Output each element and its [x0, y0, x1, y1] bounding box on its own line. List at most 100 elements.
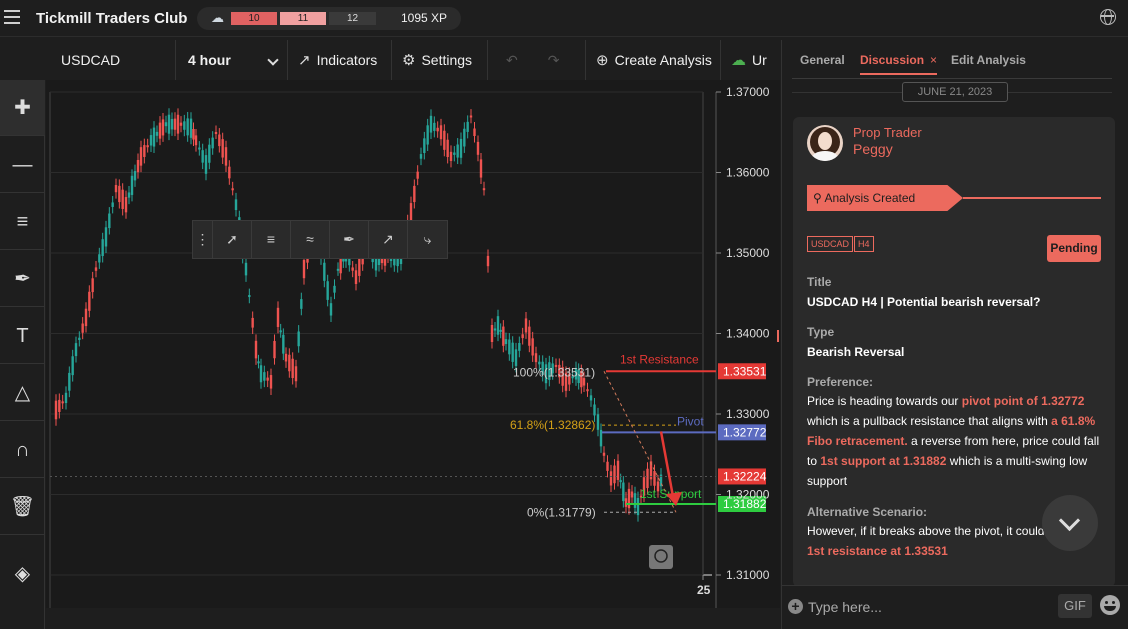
candle-body	[329, 303, 333, 316]
pref-text: Price is heading towards our	[807, 394, 962, 408]
chevron-down-icon	[267, 54, 279, 66]
candle-body	[254, 340, 258, 359]
message-input[interactable]	[808, 597, 1048, 617]
settings-button[interactable]: ⚙ Settings	[392, 40, 488, 80]
pattern-icon[interactable]: △	[0, 365, 45, 421]
candle-body	[504, 339, 508, 345]
menu-icon[interactable]	[4, 10, 20, 24]
candle-body	[479, 159, 483, 178]
settings-label: Settings	[421, 52, 473, 68]
channel-icon[interactable]: ≡	[0, 194, 45, 250]
price-tick-label: 1.32000	[726, 488, 770, 502]
text-icon[interactable]: T	[0, 308, 45, 364]
price-tick-label: 1.34000	[726, 327, 770, 341]
candle-body	[511, 342, 514, 362]
candle-body	[276, 307, 280, 327]
cloud-check-icon: ☁	[731, 52, 746, 69]
ray-icon[interactable]: ↗	[369, 221, 408, 258]
candle-body	[74, 343, 78, 357]
candle-body	[88, 291, 91, 311]
magnet-icon[interactable]: ∩	[0, 422, 45, 478]
upload-label: Ur	[752, 52, 767, 68]
candle-body	[91, 278, 94, 293]
candle-body	[257, 361, 260, 364]
trash-icon[interactable]: 🗑	[0, 479, 45, 535]
redo-icon[interactable]: ↷	[548, 52, 560, 69]
price-tick-label: 1.35000	[726, 246, 770, 260]
timeframe-dropdown[interactable]: 4 hour	[176, 40, 288, 80]
candle-body	[208, 144, 211, 163]
price-tick-label: 1.31000	[726, 568, 770, 582]
candle-body	[419, 154, 423, 159]
panel-tabs: General Discussion × Edit Analysis	[792, 40, 1112, 79]
candle-body	[251, 317, 254, 328]
lightbulb-icon: ⚲	[813, 191, 825, 205]
avatar[interactable]	[807, 125, 843, 161]
candle-body	[589, 395, 593, 401]
xp-segment: 12	[329, 12, 376, 25]
xp-segment: 10	[231, 12, 277, 25]
candle-body	[161, 119, 165, 136]
add-icon[interactable]: +	[788, 599, 803, 614]
idea-button	[649, 545, 673, 569]
candle-body	[323, 262, 326, 281]
candle-body	[81, 323, 84, 333]
drag-handle-icon[interactable]: ⋮	[193, 221, 213, 258]
candle-body	[179, 122, 183, 126]
candle-body	[288, 354, 291, 372]
brush-tool-icon[interactable]: ✒	[330, 221, 369, 258]
candle-body	[279, 330, 282, 333]
candle-body	[201, 150, 204, 163]
candle-body	[214, 131, 218, 134]
path-icon[interactable]: ⤷	[408, 221, 447, 258]
candle-body	[518, 342, 521, 351]
preference-text: Price is heading towards our pivot point…	[807, 391, 1107, 491]
candle-body	[602, 452, 606, 456]
candle-body	[164, 122, 168, 127]
fib-icon[interactable]: ≡	[252, 221, 291, 258]
candle-body	[192, 128, 195, 140]
candle-body	[630, 491, 634, 498]
scroll-down-button[interactable]	[1042, 495, 1098, 551]
crosshair-icon[interactable]: ✚	[0, 80, 45, 136]
brush-icon[interactable]: ✒	[0, 251, 45, 307]
candle-body	[155, 131, 159, 136]
emoji-icon[interactable]	[1100, 595, 1120, 615]
tab-edit-analysis[interactable]: Edit Analysis	[951, 53, 1026, 67]
undo-icon[interactable]: ↶	[506, 52, 518, 69]
candle-body	[499, 329, 502, 332]
candle-body	[627, 488, 631, 509]
chart-canvas[interactable]: 1st ResistancePivot1st Support100%(1.335…	[46, 80, 780, 609]
candle-body	[633, 493, 637, 508]
candle-body	[266, 377, 269, 381]
trendline-icon[interactable]: ➚	[213, 221, 252, 258]
upload-button[interactable]: ☁ Ur	[721, 40, 780, 80]
candle-body	[294, 366, 298, 382]
gif-button[interactable]: GIF	[1058, 594, 1092, 618]
create-analysis-button[interactable]: ⊕ Create Analysis	[586, 40, 721, 80]
chart-line-icon: ↗	[298, 52, 311, 69]
pref-text: which is a pullback resistance that alig…	[807, 414, 1052, 428]
price-badge-label: 1.32224	[723, 469, 767, 483]
fib-100-label: 100%(1.33531)	[513, 365, 595, 379]
candle-body	[446, 139, 449, 157]
fib-fan-icon[interactable]: ≈	[291, 221, 330, 258]
tab-discussion[interactable]: Discussion ×	[860, 53, 938, 75]
price-badge-label: 1.33531	[723, 364, 767, 378]
timeframe-label: 4 hour	[188, 52, 231, 68]
candle-body	[426, 125, 429, 145]
xp-progress[interactable]: ☁ 10 11 12 1095 XP	[197, 7, 461, 30]
layers-icon[interactable]: ◈	[0, 546, 45, 602]
candle-body	[139, 147, 143, 166]
candle-body	[606, 461, 609, 471]
pref-highlight: pivot point of 1.32772	[961, 394, 1085, 408]
globe-icon[interactable]	[1100, 9, 1116, 25]
line-icon[interactable]: —	[0, 137, 45, 193]
tab-general[interactable]: General	[800, 53, 845, 67]
close-icon[interactable]: ×	[930, 53, 937, 67]
price-chart[interactable]: 1st ResistancePivot1st Support100%(1.335…	[46, 80, 780, 609]
symbol-selector[interactable]: USDCAD	[46, 40, 176, 80]
author-name[interactable]: Peggy	[853, 141, 893, 157]
indicators-button[interactable]: ↗ Indicators	[288, 40, 392, 80]
candle-body	[469, 115, 473, 118]
